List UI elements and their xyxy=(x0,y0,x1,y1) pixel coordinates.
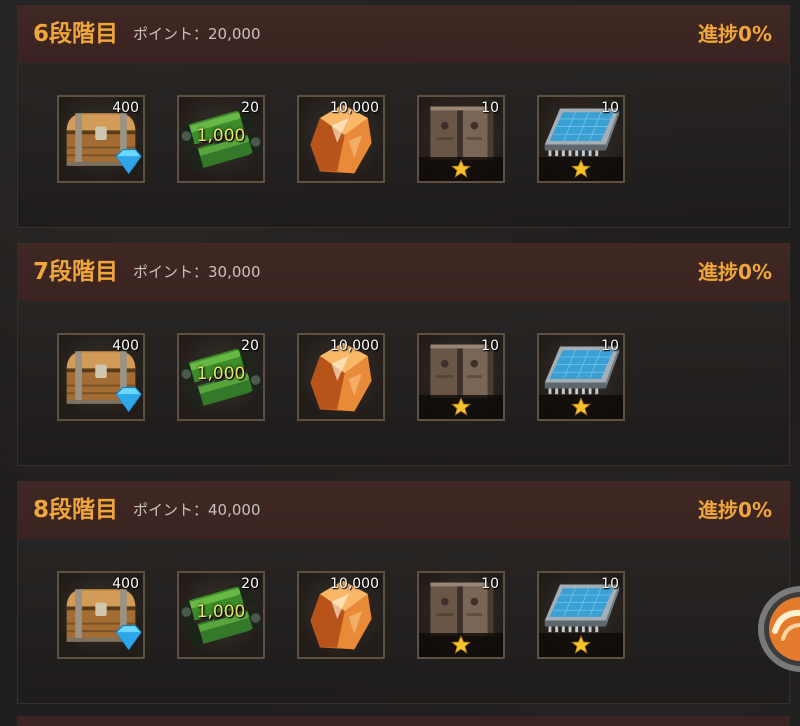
reward-count: 10 xyxy=(481,338,499,354)
reward-item-green-canister[interactable]: 20 1,000 xyxy=(177,333,265,421)
rarity-strip xyxy=(539,157,623,181)
reward-item-blue-chip[interactable]: 10 xyxy=(537,333,625,421)
reward-count: 400 xyxy=(112,100,139,116)
rarity-strip xyxy=(539,395,623,419)
stage-rewards-screen: 6段階目 ポイント：20,000 進捗0% 400 20 1,000 10,00… xyxy=(0,0,800,726)
star-icon xyxy=(451,159,471,179)
reward-count: 10 xyxy=(601,338,619,354)
reward-item-stone-tablet[interactable]: 10 xyxy=(417,571,505,659)
stage-title: 6段階目 xyxy=(33,21,119,47)
star-icon xyxy=(571,397,591,417)
star-icon xyxy=(571,635,591,655)
reward-count: 10,000 xyxy=(330,100,379,116)
stage-progress: 進捗0% xyxy=(698,260,772,284)
reward-count: 400 xyxy=(112,576,139,592)
stage-points: ポイント：40,000 xyxy=(133,501,261,519)
reward-item-orange-crystal[interactable]: 10,000 xyxy=(297,333,385,421)
star-icon xyxy=(451,635,471,655)
stage-progress: 進捗0% xyxy=(698,22,772,46)
reward-amount-overlay: 1,000 xyxy=(196,602,246,622)
reward-amount-overlay: 1,000 xyxy=(196,364,246,384)
stage-panel: 6段階目 ポイント：20,000 進捗0% 400 20 1,000 10,00… xyxy=(17,5,790,228)
stage-header: 8段階目 ポイント：40,000 進捗0% xyxy=(17,481,790,539)
reward-item-green-canister[interactable]: 20 1,000 xyxy=(177,571,265,659)
stage-points: ポイント：30,000 xyxy=(133,263,261,281)
stage-progress: 進捗0% xyxy=(698,498,772,522)
stage-points: ポイント：20,000 xyxy=(133,25,261,43)
reward-count: 10 xyxy=(481,100,499,116)
stage-panel: 7段階目 ポイント：30,000 進捗0% 400 20 1,000 10,00… xyxy=(17,243,790,466)
reward-item-green-canister[interactable]: 20 1,000 xyxy=(177,95,265,183)
stage-panel-partial xyxy=(17,716,790,726)
floating-menu-button[interactable] xyxy=(757,585,800,673)
stage-panel: 8段階目 ポイント：40,000 進捗0% 400 20 1,000 10,00… xyxy=(17,481,790,704)
stage-header: 7段階目 ポイント：30,000 進捗0% xyxy=(17,243,790,301)
reward-item-treasure-chest[interactable]: 400 xyxy=(57,571,145,659)
rarity-strip xyxy=(419,633,503,657)
reward-count: 20 xyxy=(241,100,259,116)
reward-item-stone-tablet[interactable]: 10 xyxy=(417,95,505,183)
reward-count: 10 xyxy=(601,100,619,116)
stage-header: 6段階目 ポイント：20,000 進捗0% xyxy=(17,5,790,63)
reward-count: 20 xyxy=(241,576,259,592)
reward-count: 10,000 xyxy=(330,338,379,354)
star-icon xyxy=(451,397,471,417)
reward-item-stone-tablet[interactable]: 10 xyxy=(417,333,505,421)
reward-item-blue-chip[interactable]: 10 xyxy=(537,571,625,659)
rarity-strip xyxy=(539,633,623,657)
reward-item-treasure-chest[interactable]: 400 xyxy=(57,333,145,421)
rarity-strip xyxy=(419,395,503,419)
reward-amount-overlay: 1,000 xyxy=(196,126,246,146)
reward-count: 20 xyxy=(241,338,259,354)
stage-title: 8段階目 xyxy=(33,497,119,523)
rarity-strip xyxy=(419,157,503,181)
reward-count: 10 xyxy=(481,576,499,592)
reward-item-orange-crystal[interactable]: 10,000 xyxy=(297,95,385,183)
reward-count: 10 xyxy=(601,576,619,592)
reward-item-treasure-chest[interactable]: 400 xyxy=(57,95,145,183)
star-icon xyxy=(571,159,591,179)
reward-item-orange-crystal[interactable]: 10,000 xyxy=(297,571,385,659)
reward-count: 400 xyxy=(112,338,139,354)
stage-title: 7段階目 xyxy=(33,259,119,285)
reward-item-blue-chip[interactable]: 10 xyxy=(537,95,625,183)
reward-count: 10,000 xyxy=(330,576,379,592)
